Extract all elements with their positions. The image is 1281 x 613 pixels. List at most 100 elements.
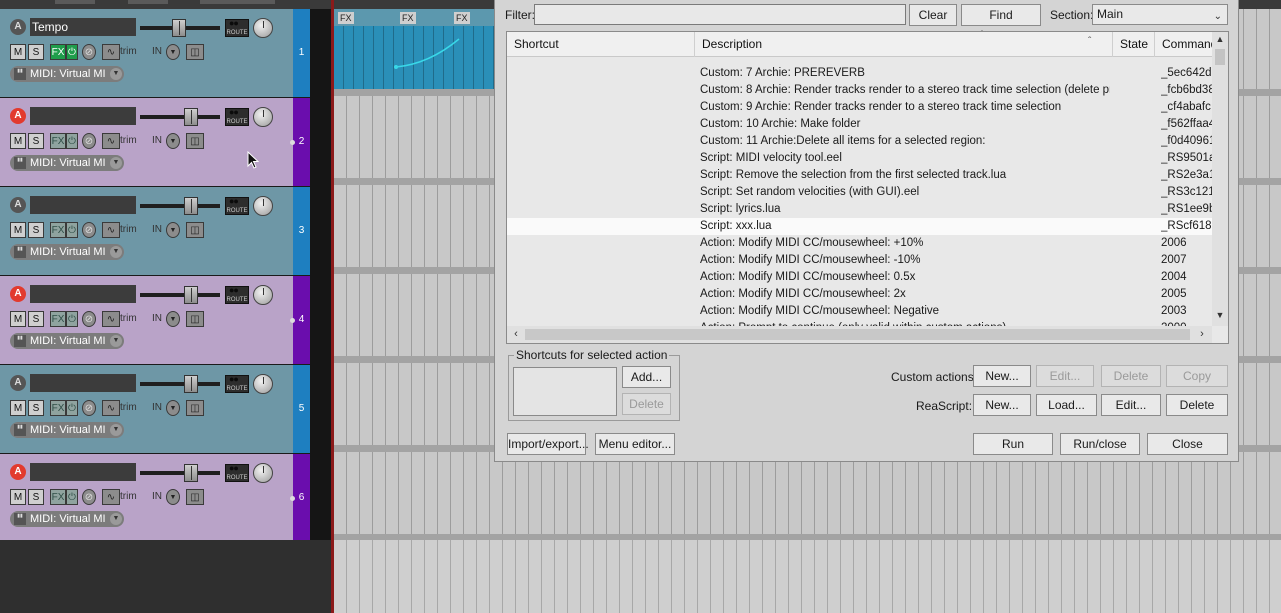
mute-button[interactable]: M [10,400,26,416]
fx-button[interactable]: FX [50,489,66,505]
track-5[interactable]: AROUTEMSFX⏻⊘∿trimIN▼◫▮▮MIDI: Virtual MI▼… [0,365,310,454]
track-number[interactable]: 1 [293,9,310,97]
record-arm-button[interactable]: A [10,375,26,391]
track-2[interactable]: AROUTEMSFX⏻⊘∿trimIN▼◫▮▮MIDI: Virtual MI▼… [0,98,310,187]
fx-bypass-icon[interactable]: ⏻ [66,133,78,149]
column-header-state[interactable]: State [1113,32,1155,57]
item-fx-badge[interactable]: FX [400,12,416,24]
automation-mode-label[interactable]: trim [120,44,142,60]
table-row[interactable]: Script: MIDI velocity tool.eel _RS9501a [507,150,1212,167]
vertical-scroll-thumb[interactable] [1215,49,1225,65]
pan-knob[interactable] [253,196,273,216]
table-row[interactable]: Script: Remove the selection from the fi… [507,167,1212,184]
find-shortcut-button[interactable]: Find shortcut... [961,4,1041,42]
input-dropdown-icon[interactable]: ▼ [166,400,180,416]
input-monitor-label[interactable]: IN [148,400,166,416]
fx-bypass-icon[interactable]: ⏻ [66,400,78,416]
fx-button[interactable]: FX [50,222,66,238]
filter-input[interactable] [534,4,906,25]
scroll-up-icon[interactable]: ▲ [1212,34,1228,48]
fx-bypass-icon[interactable]: ⏻ [66,44,78,60]
run-button[interactable]: Run [973,433,1053,455]
track-folder-icon[interactable]: ◫ [186,222,204,238]
fx-button[interactable]: FX [50,400,66,416]
horizontal-scrollbar[interactable]: ‹ › [507,326,1212,343]
input-monitor-label[interactable]: IN [148,222,166,238]
route-button[interactable]: ROUTE [225,285,249,304]
midi-input-selector[interactable]: ▮▮ MIDI: Virtual MI ▼ [10,422,124,438]
import-export-button[interactable]: Import/export... [507,433,589,455]
item-fx-badge[interactable]: FX [338,12,354,24]
fx-bypass-icon[interactable]: ⏻ [66,311,78,327]
volume-fader-handle[interactable] [184,197,198,215]
volume-fader-handle[interactable] [184,286,198,304]
solo-button[interactable]: S [28,44,44,60]
solo-button[interactable]: S [28,489,44,505]
table-row[interactable]: Custom: 11 Archie:Delete all items for a… [507,133,1212,150]
track-name-field[interactable] [30,463,136,481]
pan-knob[interactable] [253,374,273,394]
envelope-icon[interactable]: ∿ [102,489,120,505]
table-row[interactable]: Script: lyrics.lua _RS1ee9b [507,201,1212,218]
actions-list[interactable]: Shortcut Description ˆ State Command Cus… [506,31,1229,344]
reascript-load-button[interactable]: Load... [1036,394,1097,416]
input-monitor-label[interactable]: IN [148,44,166,60]
midi-input-selector[interactable]: ▮▮ MIDI: Virtual MI ▼ [10,333,124,349]
clear-button[interactable]: Clear [909,4,957,26]
input-dropdown-icon[interactable]: ▼ [166,489,180,505]
volume-slider[interactable] [140,471,220,475]
automation-mode-label[interactable]: trim [120,400,142,416]
input-monitor-label[interactable]: IN [148,489,166,505]
route-button[interactable]: ROUTE [225,196,249,215]
custom-action-edit-button[interactable]: Edit... [1036,365,1094,387]
mute-button[interactable]: M [10,133,26,149]
track-1[interactable]: ATempoROUTEMSFX⏻⊘∿trimIN▼◫▮▮MIDI: Virtua… [0,9,310,98]
volume-slider[interactable] [140,293,220,297]
solo-button[interactable]: S [28,222,44,238]
table-row[interactable]: Custom: 10 Archie: Make folder _f562ffaa4 [507,116,1212,133]
pan-knob[interactable] [253,463,273,483]
track-number[interactable]: 4 [293,276,310,364]
midi-input-selector[interactable]: ▮▮ MIDI: Virtual MI ▼ [10,66,124,82]
track-name-field[interactable]: Tempo [30,18,136,36]
reascript-delete-button[interactable]: Delete [1166,394,1228,416]
phase-invert-icon[interactable]: ⊘ [82,133,96,149]
table-row[interactable]: Action: Modify MIDI CC/mousewheel: Negat… [507,303,1212,320]
fx-bypass-icon[interactable]: ⏻ [66,222,78,238]
midi-input-selector[interactable]: ▮▮ MIDI: Virtual MI ▼ [10,155,124,171]
fx-button[interactable]: FX [50,311,66,327]
route-button[interactable]: ROUTE [225,107,249,126]
menu-editor-button[interactable]: Menu editor... [595,433,675,455]
envelope-icon[interactable]: ∿ [102,311,120,327]
reascript-edit-button[interactable]: Edit... [1101,394,1161,416]
reascript-new-button[interactable]: New... [973,394,1031,416]
track-folder-icon[interactable]: ◫ [186,400,204,416]
input-dropdown-icon[interactable]: ▼ [166,133,180,149]
record-arm-button[interactable]: A [10,286,26,302]
table-row[interactable]: Action: Modify MIDI CC/mousewheel: 2x 200… [507,286,1212,303]
pan-knob[interactable] [253,107,273,127]
track-name-field[interactable] [30,107,136,125]
column-header-shortcut[interactable]: Shortcut [507,32,695,57]
shortcut-list[interactable] [513,367,617,416]
close-button[interactable]: Close [1147,433,1228,455]
volume-fader-handle[interactable] [184,108,198,126]
route-button[interactable]: ROUTE [225,18,249,37]
volume-slider[interactable] [140,204,220,208]
mute-button[interactable]: M [10,489,26,505]
envelope-icon[interactable]: ∿ [102,44,120,60]
column-header-description[interactable]: Description ˆ [695,32,1113,57]
input-dropdown-icon[interactable]: ▼ [166,222,180,238]
volume-slider[interactable] [140,382,220,386]
scroll-right-icon[interactable]: › [1195,326,1209,343]
record-arm-button[interactable]: A [10,464,26,480]
add-shortcut-button[interactable]: Add... [622,366,671,388]
solo-button[interactable]: S [28,400,44,416]
custom-action-delete-button[interactable]: Delete [1101,365,1161,387]
table-row[interactable]: Script: Set random velocities (with GUI)… [507,184,1212,201]
automation-mode-label[interactable]: trim [120,133,142,149]
vertical-scrollbar[interactable]: ▲ ▼ [1212,32,1228,326]
custom-action-new-button[interactable]: New... [973,365,1031,387]
track-folder-icon[interactable]: ◫ [186,311,204,327]
input-dropdown-icon[interactable]: ▼ [166,44,180,60]
